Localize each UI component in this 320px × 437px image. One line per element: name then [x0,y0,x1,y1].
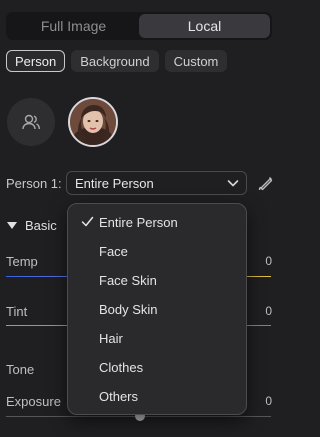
menu-item-label: Entire Person [99,215,178,230]
menu-item-face[interactable]: Face [68,237,246,266]
brush-button[interactable] [257,174,275,192]
tint-label: Tint [6,304,28,319]
menu-item-body-skin[interactable]: Body Skin [68,295,246,324]
menu-item-face-skin[interactable]: Face Skin [68,266,246,295]
menu-item-label: Body Skin [99,302,158,317]
tab-person[interactable]: Person [6,50,66,72]
basic-section-header[interactable]: Basic [7,218,57,233]
temp-label: Temp [6,254,38,269]
basic-section-title: Basic [25,218,57,233]
tab-custom[interactable]: Custom [164,50,228,72]
people-icon [22,114,40,130]
triangle-down-icon [7,221,17,229]
person-part-dropdown-menu: Entire Person Face Face Skin Body Skin H… [67,203,247,415]
temp-value: 0 [265,254,272,268]
tab-local[interactable]: Local [139,14,270,38]
menu-item-label: Face Skin [99,273,157,288]
checkmark-icon [81,216,94,227]
menu-item-clothes[interactable]: Clothes [68,353,246,382]
menu-item-hair[interactable]: Hair [68,324,246,353]
chevron-down-icon [227,180,239,187]
brush-icon [258,177,273,191]
person-portrait-image [70,99,116,145]
exposure-value: 0 [265,394,272,408]
menu-item-entire-person[interactable]: Entire Person [68,208,246,237]
tone-label: Tone [6,362,35,377]
person-select-label: Person 1: [6,176,62,191]
person-part-select[interactable]: Entire Person [66,171,247,195]
menu-item-label: Clothes [99,360,144,375]
tab-background[interactable]: Background [71,50,159,72]
person-select-value: Entire Person [75,175,154,191]
all-people-button[interactable] [7,98,55,146]
menu-item-others[interactable]: Others [68,382,246,411]
menu-item-label: Face [99,244,128,259]
person-thumbnail[interactable] [68,97,118,147]
menu-item-label: Hair [99,331,123,346]
sub-tabs: Person Background Custom [6,50,228,72]
menu-item-label: Others [99,389,139,404]
exposure-label: Exposure [6,394,61,409]
local-adjust-panel: Full Image Local Person Background Custo… [0,0,286,437]
mode-switch: Full Image Local [6,12,272,40]
tab-full-image[interactable]: Full Image [8,14,139,38]
tint-value: 0 [265,304,272,318]
